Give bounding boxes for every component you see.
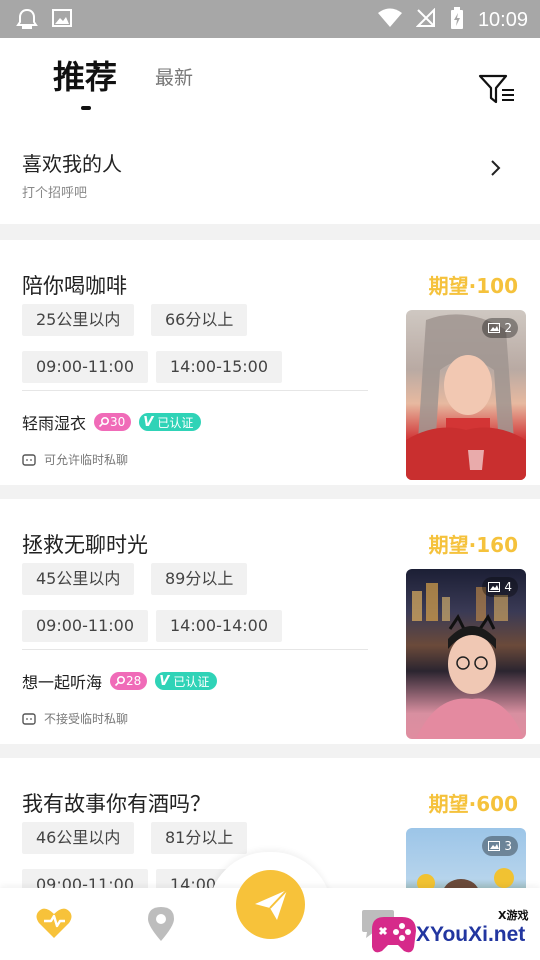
date-card[interactable]: 拯救无聊时光 期望·160 45公里以内 89分以上 09:00-11:00 1… (0, 499, 540, 744)
verified-badge: V 已认证 (155, 672, 218, 690)
tab-recommend[interactable]: 推荐 (53, 52, 117, 98)
verified-label: 已认证 (173, 674, 210, 689)
divider (22, 649, 368, 650)
image-icon (488, 323, 501, 333)
card-expect: 期望·100 (428, 274, 518, 298)
divider (22, 390, 368, 391)
photo-count: 4 (482, 577, 518, 597)
image-icon (488, 841, 501, 851)
filter-icon[interactable] (478, 72, 516, 108)
card-expect: 期望·600 (428, 792, 518, 816)
photo-count: 2 (482, 318, 518, 338)
location-icon[interactable] (146, 906, 176, 946)
card-title: 拯救无聊时光 (22, 533, 148, 557)
chip-distance: 25公里以内 (22, 304, 135, 336)
chip-score: 66分以上 (151, 304, 248, 336)
status-time: 10:09 (477, 8, 528, 31)
tab-latest[interactable]: 最新 (155, 63, 193, 90)
user-photo[interactable]: 2 (406, 310, 526, 480)
status-bar: 10:09 (0, 0, 540, 38)
level-badge: 28 (110, 672, 148, 690)
card-expect: 期望·160 (428, 533, 518, 557)
chip-time: 09:00-11:00 (22, 351, 148, 383)
chip-time: 09:00-11:00 (22, 610, 148, 642)
header: 推荐 最新 (0, 38, 540, 128)
send-icon (254, 888, 288, 920)
user-name[interactable]: 轻雨湿衣 (22, 410, 86, 434)
image-icon (488, 582, 501, 592)
notification-icon (16, 8, 38, 34)
user-photo[interactable]: 4 (406, 569, 526, 739)
chat-permission-text: 可允许临时私聊 (44, 453, 129, 467)
no-signal-icon (415, 7, 436, 32)
wifi-icon (377, 8, 402, 32)
heart-icon[interactable] (36, 906, 72, 944)
chip-distance: 45公里以内 (22, 563, 135, 595)
user-name[interactable]: 想一起听海 (22, 669, 102, 693)
card-title: 陪你喝咖啡 (22, 274, 127, 298)
user-photo[interactable]: 3 (406, 828, 526, 888)
chat-permission: 可允许临时私聊 (22, 451, 128, 468)
battery-charging-icon (450, 7, 464, 33)
photo-count-value: 4 (504, 580, 512, 594)
chip-distance: 46公里以内 (22, 822, 135, 854)
likes-section[interactable]: 喜欢我的人 打个招呼吧 (0, 128, 540, 224)
photo-count: 3 (482, 836, 518, 856)
chip-score: 81分以上 (151, 822, 248, 854)
chat-bubble-icon (22, 453, 36, 466)
user-row: 想一起听海 28 V 已认证 (22, 669, 218, 693)
chevron-right-icon[interactable] (488, 158, 504, 178)
chip-time: 14:00-14:00 (156, 610, 282, 642)
likes-subtitle: 打个招呼吧 (22, 186, 88, 201)
photo-count-value: 2 (504, 321, 512, 335)
verified-badge: V 已认证 (139, 413, 202, 431)
level-value: 30 (110, 415, 126, 429)
photo-count-value: 3 (504, 839, 512, 853)
date-card[interactable]: 陪你喝咖啡 期望·100 25公里以内 66分以上 09:00-11:00 14… (0, 240, 540, 485)
likes-title: 喜欢我的人 (22, 152, 122, 176)
chip-time: 09:00-11:00 (22, 869, 148, 888)
search-icon (98, 416, 110, 428)
tab-indicator (81, 106, 91, 110)
search-icon (114, 675, 126, 687)
card-title: 我有故事你有酒吗？ (22, 792, 211, 816)
chat-bubble-icon (22, 712, 36, 725)
watermark-logo: X游戏 XYouXi.net (364, 905, 540, 960)
chip-score: 89分以上 (151, 563, 248, 595)
verified-icon: V (159, 673, 170, 689)
chat-permission: 不接受临时私聊 (22, 710, 128, 727)
gamepad-logo-icon (372, 917, 416, 953)
verified-icon: V (143, 414, 154, 430)
send-button[interactable] (236, 870, 305, 939)
watermark-text: XYouXi.net (416, 923, 526, 946)
chat-permission-text: 不接受临时私聊 (44, 712, 129, 726)
user-row: 轻雨湿衣 30 V 已认证 (22, 410, 202, 434)
watermark-small-text: X游戏 (498, 909, 529, 922)
chip-time: 14:00-15:00 (156, 351, 282, 383)
level-value: 28 (126, 674, 142, 688)
level-badge: 30 (94, 413, 132, 431)
image-icon (52, 8, 72, 34)
verified-label: 已认证 (157, 415, 194, 430)
